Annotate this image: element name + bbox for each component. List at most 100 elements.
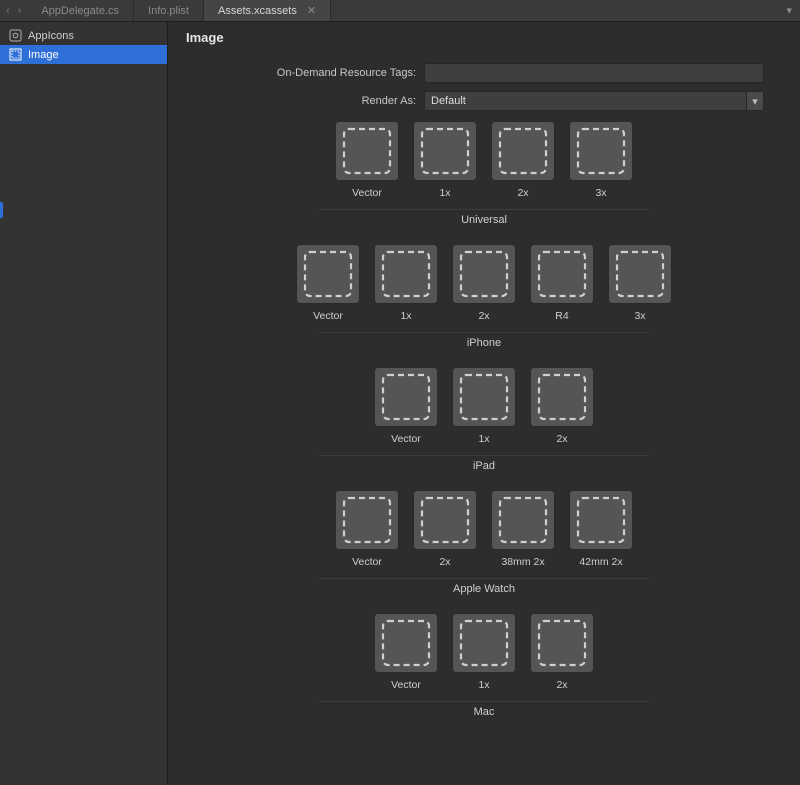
group-title: Apple Watch bbox=[453, 583, 515, 595]
nav-arrows: ‹ › bbox=[0, 0, 27, 21]
image-well[interactable] bbox=[452, 244, 516, 304]
image-group: Vector 1x 2x 3x Universal bbox=[186, 121, 782, 240]
close-icon[interactable]: ✕ bbox=[307, 4, 316, 17]
group-title: Universal bbox=[461, 214, 507, 226]
image-well-column: 1x bbox=[373, 244, 439, 322]
form-row-render: Render As: Default ▾ bbox=[186, 91, 782, 111]
image-well[interactable] bbox=[335, 490, 399, 550]
page-title: Image bbox=[186, 30, 782, 45]
image-well[interactable] bbox=[569, 121, 633, 181]
asset-sidebar: AppIcons Image bbox=[0, 22, 168, 785]
image-well[interactable] bbox=[413, 490, 477, 550]
image-well[interactable] bbox=[452, 613, 516, 673]
image-well[interactable] bbox=[530, 367, 594, 427]
image-well-label: 2x bbox=[517, 187, 528, 199]
image-well-column: 3x bbox=[607, 244, 673, 322]
root: ‹ › AppDelegate.cs Info.plist Assets.xca… bbox=[0, 0, 800, 785]
image-well-label: 2x bbox=[556, 433, 567, 445]
chevron-down-icon: ▾ bbox=[746, 91, 764, 111]
tab-label: Info.plist bbox=[148, 5, 189, 17]
tab-label: AppDelegate.cs bbox=[41, 5, 119, 17]
group-separator bbox=[319, 209, 649, 210]
image-group: Vector 1x 2x Mac bbox=[186, 613, 782, 732]
image-well[interactable] bbox=[491, 490, 555, 550]
image-well-row: Vector 1x 2x bbox=[373, 613, 595, 691]
image-well-column: Vector bbox=[373, 613, 439, 691]
image-well-column: 3x bbox=[568, 121, 634, 199]
sidebar-item-label: Image bbox=[28, 49, 59, 61]
tab-label: Assets.xcassets bbox=[218, 5, 297, 17]
side-indicator bbox=[0, 202, 3, 218]
group-title: iPad bbox=[473, 460, 495, 472]
image-well-row: Vector 1x 2x bbox=[373, 367, 595, 445]
image-well[interactable] bbox=[374, 613, 438, 673]
tabbar-overflow[interactable]: ▾ bbox=[778, 0, 800, 21]
image-well-label: 2x bbox=[478, 310, 489, 322]
image-well-label: R4 bbox=[555, 310, 568, 322]
group-separator bbox=[319, 578, 649, 579]
group-separator bbox=[319, 701, 649, 702]
image-well-label: 1x bbox=[400, 310, 411, 322]
image-well-column: Vector bbox=[334, 490, 400, 568]
image-well[interactable] bbox=[608, 244, 672, 304]
image-well-column: 42mm 2x bbox=[568, 490, 634, 568]
sidebar-item-label: AppIcons bbox=[28, 30, 74, 42]
group-title: iPhone bbox=[467, 337, 501, 349]
image-well-column: 2x bbox=[529, 367, 595, 445]
image-well[interactable] bbox=[569, 490, 633, 550]
image-well-row: Vector 1x 2x 3x bbox=[334, 121, 634, 199]
image-well-column: 2x bbox=[412, 490, 478, 568]
image-well-label: 3x bbox=[595, 187, 606, 199]
image-well-label: 42mm 2x bbox=[579, 556, 622, 568]
image-well[interactable] bbox=[530, 613, 594, 673]
image-well[interactable] bbox=[491, 121, 555, 181]
image-well-label: 2x bbox=[556, 679, 567, 691]
image-well-label: Vector bbox=[313, 310, 343, 322]
tab-assets[interactable]: Assets.xcassets ✕ bbox=[204, 0, 331, 21]
image-well-label: 1x bbox=[478, 679, 489, 691]
image-well-column: Vector bbox=[373, 367, 439, 445]
image-well-label: Vector bbox=[352, 187, 382, 199]
group-separator bbox=[319, 332, 649, 333]
image-well-label: Vector bbox=[391, 433, 421, 445]
image-well-column: 2x bbox=[451, 244, 517, 322]
nav-forward-icon[interactable]: › bbox=[18, 5, 22, 17]
image-well[interactable] bbox=[296, 244, 360, 304]
group-separator bbox=[319, 455, 649, 456]
image-well[interactable] bbox=[452, 367, 516, 427]
render-label: Render As: bbox=[204, 95, 424, 107]
image-well[interactable] bbox=[374, 367, 438, 427]
image-well-label: 38mm 2x bbox=[501, 556, 544, 568]
image-well-column: 1x bbox=[412, 121, 478, 199]
group-title: Mac bbox=[474, 706, 495, 718]
sidebar-item-image[interactable]: Image bbox=[0, 45, 167, 64]
render-as-select[interactable]: Default ▾ bbox=[424, 91, 764, 111]
image-well[interactable] bbox=[374, 244, 438, 304]
chevron-down-icon: ▾ bbox=[786, 4, 792, 17]
image-well-row: Vector 2x 38mm 2x 42mm 2x bbox=[334, 490, 634, 568]
appicon-icon bbox=[8, 29, 22, 43]
render-as-value: Default bbox=[424, 91, 746, 111]
image-well-column: 1x bbox=[451, 367, 517, 445]
image-well-column: 1x bbox=[451, 613, 517, 691]
image-group: Vector 1x 2x R4 3x iPhone bbox=[186, 244, 782, 363]
tab-infoplist[interactable]: Info.plist bbox=[134, 0, 204, 21]
nav-back-icon[interactable]: ‹ bbox=[6, 5, 10, 17]
asset-editor: Image On-Demand Resource Tags: Render As… bbox=[168, 22, 800, 785]
form-row-tags: On-Demand Resource Tags: bbox=[186, 63, 782, 83]
image-well-row: Vector 1x 2x R4 3x bbox=[295, 244, 673, 322]
resource-tags-input[interactable] bbox=[424, 63, 764, 83]
image-well-column: R4 bbox=[529, 244, 595, 322]
image-well-label: Vector bbox=[391, 679, 421, 691]
image-well-groups: Vector 1x 2x 3x Universal Vector 1x 2x R4 3x iPhon… bbox=[186, 121, 782, 732]
image-well-column: 2x bbox=[529, 613, 595, 691]
image-well[interactable] bbox=[530, 244, 594, 304]
image-group: Vector 1x 2x iPad bbox=[186, 367, 782, 486]
sidebar-item-appicons[interactable]: AppIcons bbox=[0, 26, 167, 45]
image-well-label: 2x bbox=[439, 556, 450, 568]
tab-appdelegate[interactable]: AppDelegate.cs bbox=[27, 0, 134, 21]
image-well[interactable] bbox=[413, 121, 477, 181]
image-group: Vector 2x 38mm 2x 42mm 2x Apple Watch bbox=[186, 490, 782, 609]
image-well-label: 1x bbox=[478, 433, 489, 445]
image-well[interactable] bbox=[335, 121, 399, 181]
